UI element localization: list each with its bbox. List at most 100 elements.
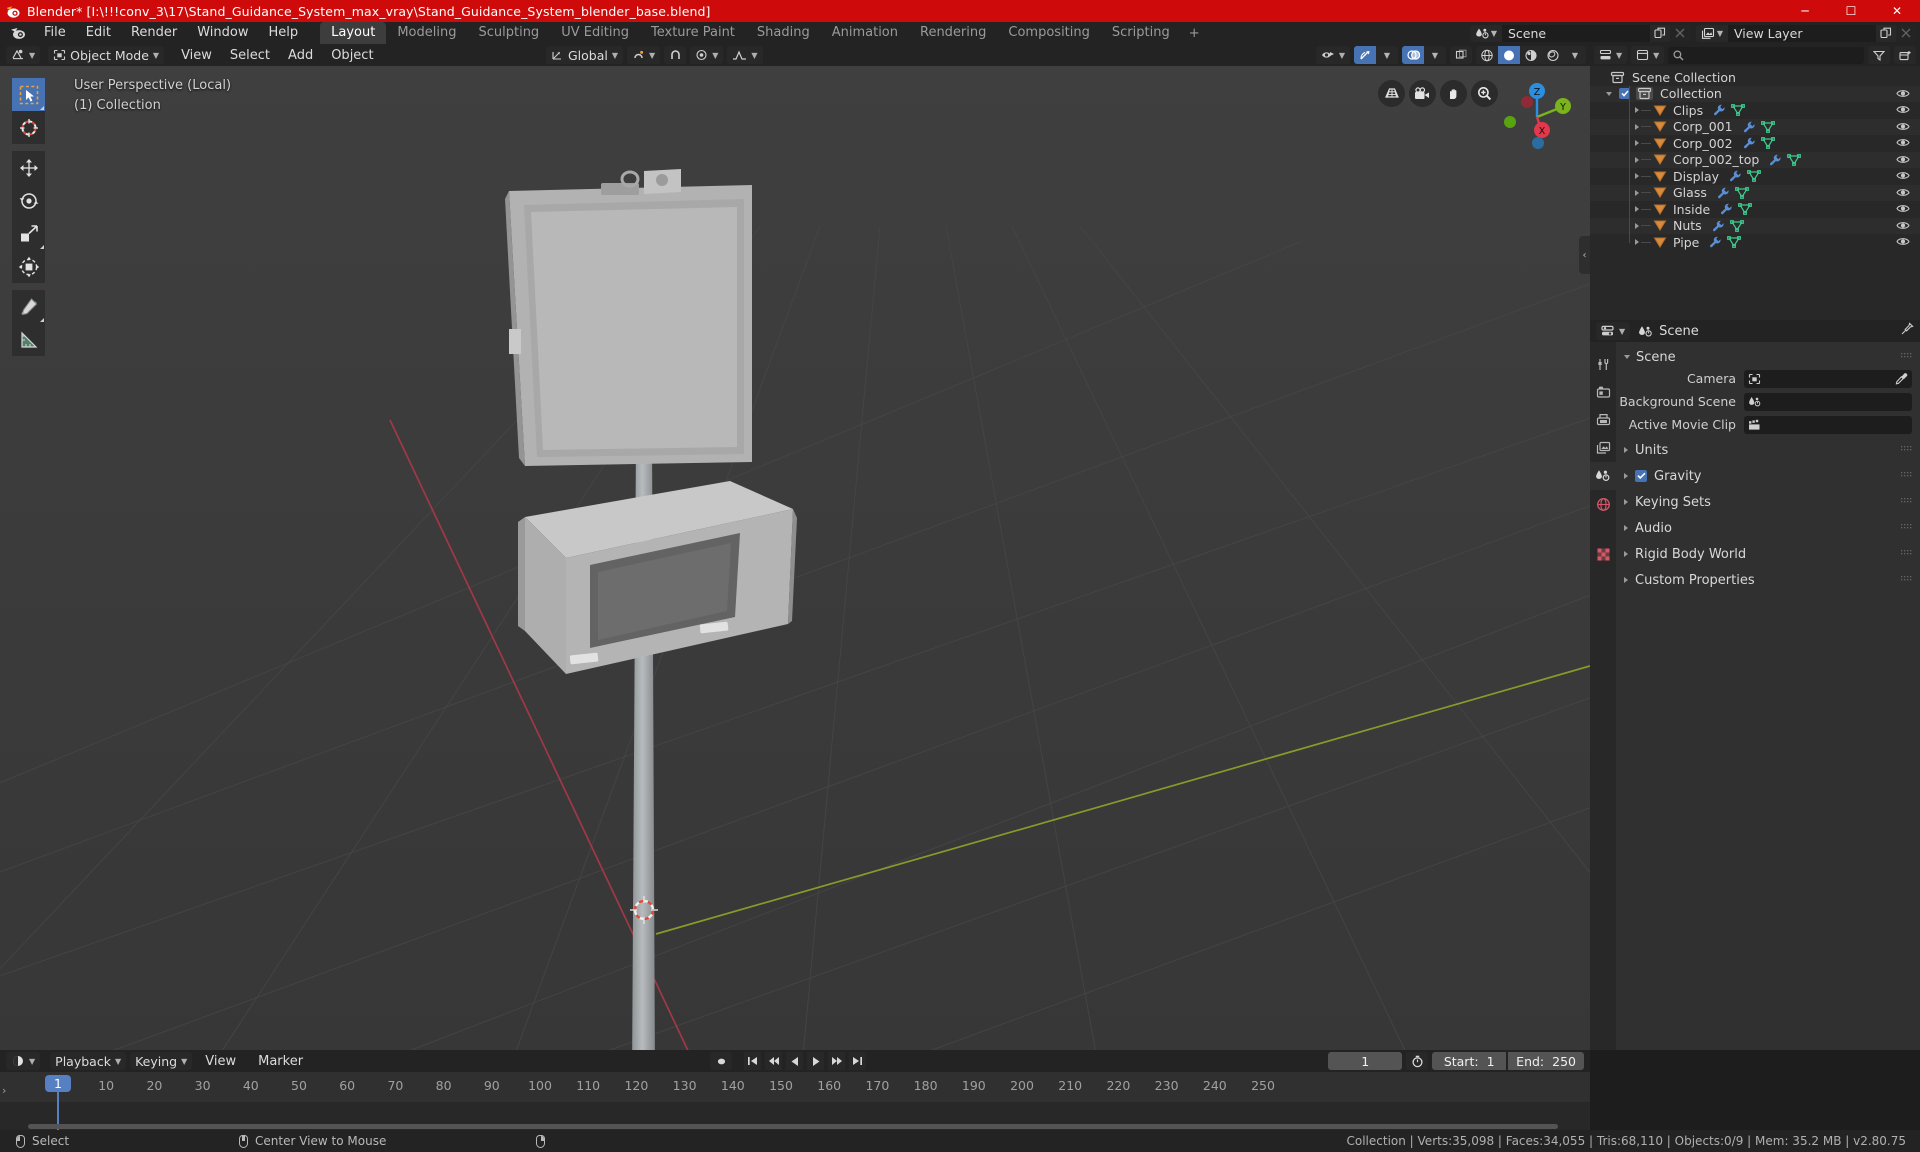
outliner-row-corp_002_top[interactable]: Corp_002_top (1590, 151, 1920, 168)
modifier-icon[interactable] (1743, 137, 1756, 149)
section-rigid-body-world[interactable]: Rigid Body World (1616, 541, 1920, 567)
mesh-data-icon[interactable] (1729, 219, 1744, 232)
outliner-row-collection[interactable]: Collection (1590, 85, 1920, 102)
editor-type-button[interactable]: ▼ (6, 46, 41, 64)
shading-rendered-button[interactable] (1542, 46, 1564, 64)
close-button[interactable]: ✕ (1874, 0, 1920, 22)
new-view-layer-button[interactable] (1876, 24, 1896, 42)
outliner-row-nuts[interactable]: Nuts (1590, 217, 1920, 234)
mesh-data-icon[interactable] (1727, 236, 1742, 249)
view-layer-icon[interactable]: ▼ (1696, 24, 1728, 42)
falloff-dropdown[interactable]: ▼ (727, 46, 763, 64)
chevron-right-icon[interactable] (1635, 206, 1639, 213)
current-frame-field[interactable]: 1 (1328, 1052, 1403, 1070)
view-layer-name-field[interactable]: View Layer (1728, 24, 1876, 42)
outliner-row-inside[interactable]: Inside (1590, 201, 1920, 218)
tab-layout[interactable]: Layout (320, 22, 387, 44)
tool-tab[interactable] (1590, 350, 1616, 378)
object-visibility-toggle[interactable] (1896, 219, 1910, 234)
section-audio[interactable]: Audio (1616, 515, 1920, 541)
mesh-data-icon[interactable] (1787, 153, 1802, 166)
active-movie-clip-field[interactable] (1744, 415, 1912, 434)
view-layer-selector[interactable]: ▼ View Layer (1696, 24, 1916, 42)
outliner-row-pipe[interactable]: Pipe (1590, 234, 1920, 251)
add-workspace-button[interactable]: + (1181, 24, 1208, 43)
background-scene-field[interactable] (1744, 392, 1912, 411)
scene-icon[interactable]: ▼ (1470, 24, 1502, 42)
unlink-scene-button[interactable] (1670, 24, 1690, 42)
cursor-tool[interactable] (12, 111, 45, 144)
mesh-data-icon[interactable] (1734, 186, 1749, 199)
menu-help[interactable]: Help (259, 23, 309, 43)
menu-window[interactable]: Window (187, 23, 258, 43)
chevron-right-icon[interactable] (1635, 107, 1639, 114)
collection-visibility-toggle[interactable] (1896, 87, 1910, 102)
new-scene-button[interactable] (1650, 24, 1670, 42)
object-visibility-toggle[interactable] (1896, 186, 1910, 201)
modifier-icon[interactable] (1717, 187, 1730, 199)
play-button[interactable] (807, 1052, 824, 1070)
transform-tool[interactable] (12, 250, 45, 283)
section-keying-sets[interactable]: Keying Sets (1616, 489, 1920, 515)
modifier-icon[interactable] (1720, 203, 1733, 215)
object-visibility-toggle[interactable] (1896, 136, 1910, 151)
outliner-row-corp_001[interactable]: Corp_001 (1590, 118, 1920, 135)
properties-pin-button[interactable] (1900, 322, 1914, 340)
world-tab[interactable] (1590, 490, 1616, 518)
chevron-right-icon[interactable] (1635, 156, 1639, 163)
toggle-orthographic-icon[interactable] (1378, 80, 1405, 107)
outliner-search-input[interactable] (1668, 46, 1864, 64)
timeline-ruler[interactable]: 1 10 20 30 40 50 60 70 80 90 100 110 120 130 140 150 160… (0, 1072, 1590, 1102)
tab-uv-editing[interactable]: UV Editing (550, 22, 640, 44)
mesh-data-icon[interactable] (1760, 120, 1775, 133)
timeline-menu-marker[interactable]: Marker (249, 1052, 312, 1071)
modifier-icon[interactable] (1769, 154, 1782, 166)
menu-edit[interactable]: Edit (76, 23, 121, 43)
viewport-menu-select[interactable]: Select (221, 46, 279, 65)
shading-material-preview-button[interactable] (1520, 46, 1542, 64)
tweak-select-tool[interactable] (12, 78, 45, 111)
section-gravity[interactable]: Gravity (1616, 463, 1920, 489)
chevron-right-icon[interactable] (1635, 123, 1639, 130)
tab-scripting[interactable]: Scripting (1101, 22, 1181, 44)
blender-menu-icon[interactable] (8, 25, 28, 41)
outliner-new-collection-button[interactable] (1894, 46, 1916, 64)
outliner-row-scene-collection[interactable]: Scene Collection (1590, 69, 1920, 86)
prev-keyframe-button[interactable] (765, 1052, 782, 1070)
modifier-icon[interactable] (1713, 104, 1726, 116)
object-mode-dropdown[interactable]: Object Mode ▼ (48, 46, 165, 64)
viewport-sidebar-toggle[interactable]: ‹ (1579, 236, 1590, 274)
mesh-data-icon[interactable] (1738, 203, 1753, 216)
outliner-display-mode-button[interactable]: ▼ (1631, 46, 1665, 64)
viewport-menu-view[interactable]: View (172, 46, 221, 65)
camera-field[interactable] (1744, 369, 1912, 388)
move-view-icon[interactable] (1440, 80, 1467, 107)
object-visibility-toggle[interactable] (1896, 120, 1910, 135)
mesh-data-icon[interactable] (1747, 170, 1761, 183)
chevron-right-icon[interactable] (1635, 222, 1639, 229)
scale-tool[interactable] (12, 217, 45, 250)
section-custom-properties[interactable]: Custom Properties (1616, 567, 1920, 593)
section-units[interactable]: Units (1616, 437, 1920, 463)
tab-animation[interactable]: Animation (821, 22, 909, 44)
render-tab[interactable] (1590, 378, 1616, 406)
mesh-data-icon[interactable] (1731, 104, 1746, 117)
maximize-button[interactable]: ☐ (1828, 0, 1874, 22)
outliner-row-clips[interactable]: Clips (1590, 102, 1920, 119)
modifier-icon[interactable] (1709, 236, 1722, 248)
object-visibility-toggle[interactable] (1896, 153, 1910, 168)
zoom-view-icon[interactable] (1471, 80, 1498, 107)
frame-start-field[interactable]: Start: 1 (1432, 1052, 1507, 1070)
outliner-row-corp_002[interactable]: Corp_002 (1590, 135, 1920, 152)
transform-orientation-dropdown[interactable]: Global ▼ (546, 46, 624, 64)
jump-start-button[interactable] (744, 1052, 761, 1070)
shading-wireframe-button[interactable] (1476, 46, 1498, 64)
outliner-editor-type-button[interactable]: ▼ (1594, 46, 1628, 64)
shading-dropdown[interactable]: ▼ (1564, 46, 1586, 64)
menu-file[interactable]: File (34, 23, 76, 43)
snap-dropdown[interactable]: ▼ (627, 46, 661, 64)
keying-dropdown[interactable]: Keying ▼ (130, 1052, 193, 1070)
shading-solid-button[interactable] (1498, 46, 1520, 64)
modifier-icon[interactable] (1712, 220, 1725, 232)
texture-tab[interactable] (1590, 540, 1616, 568)
